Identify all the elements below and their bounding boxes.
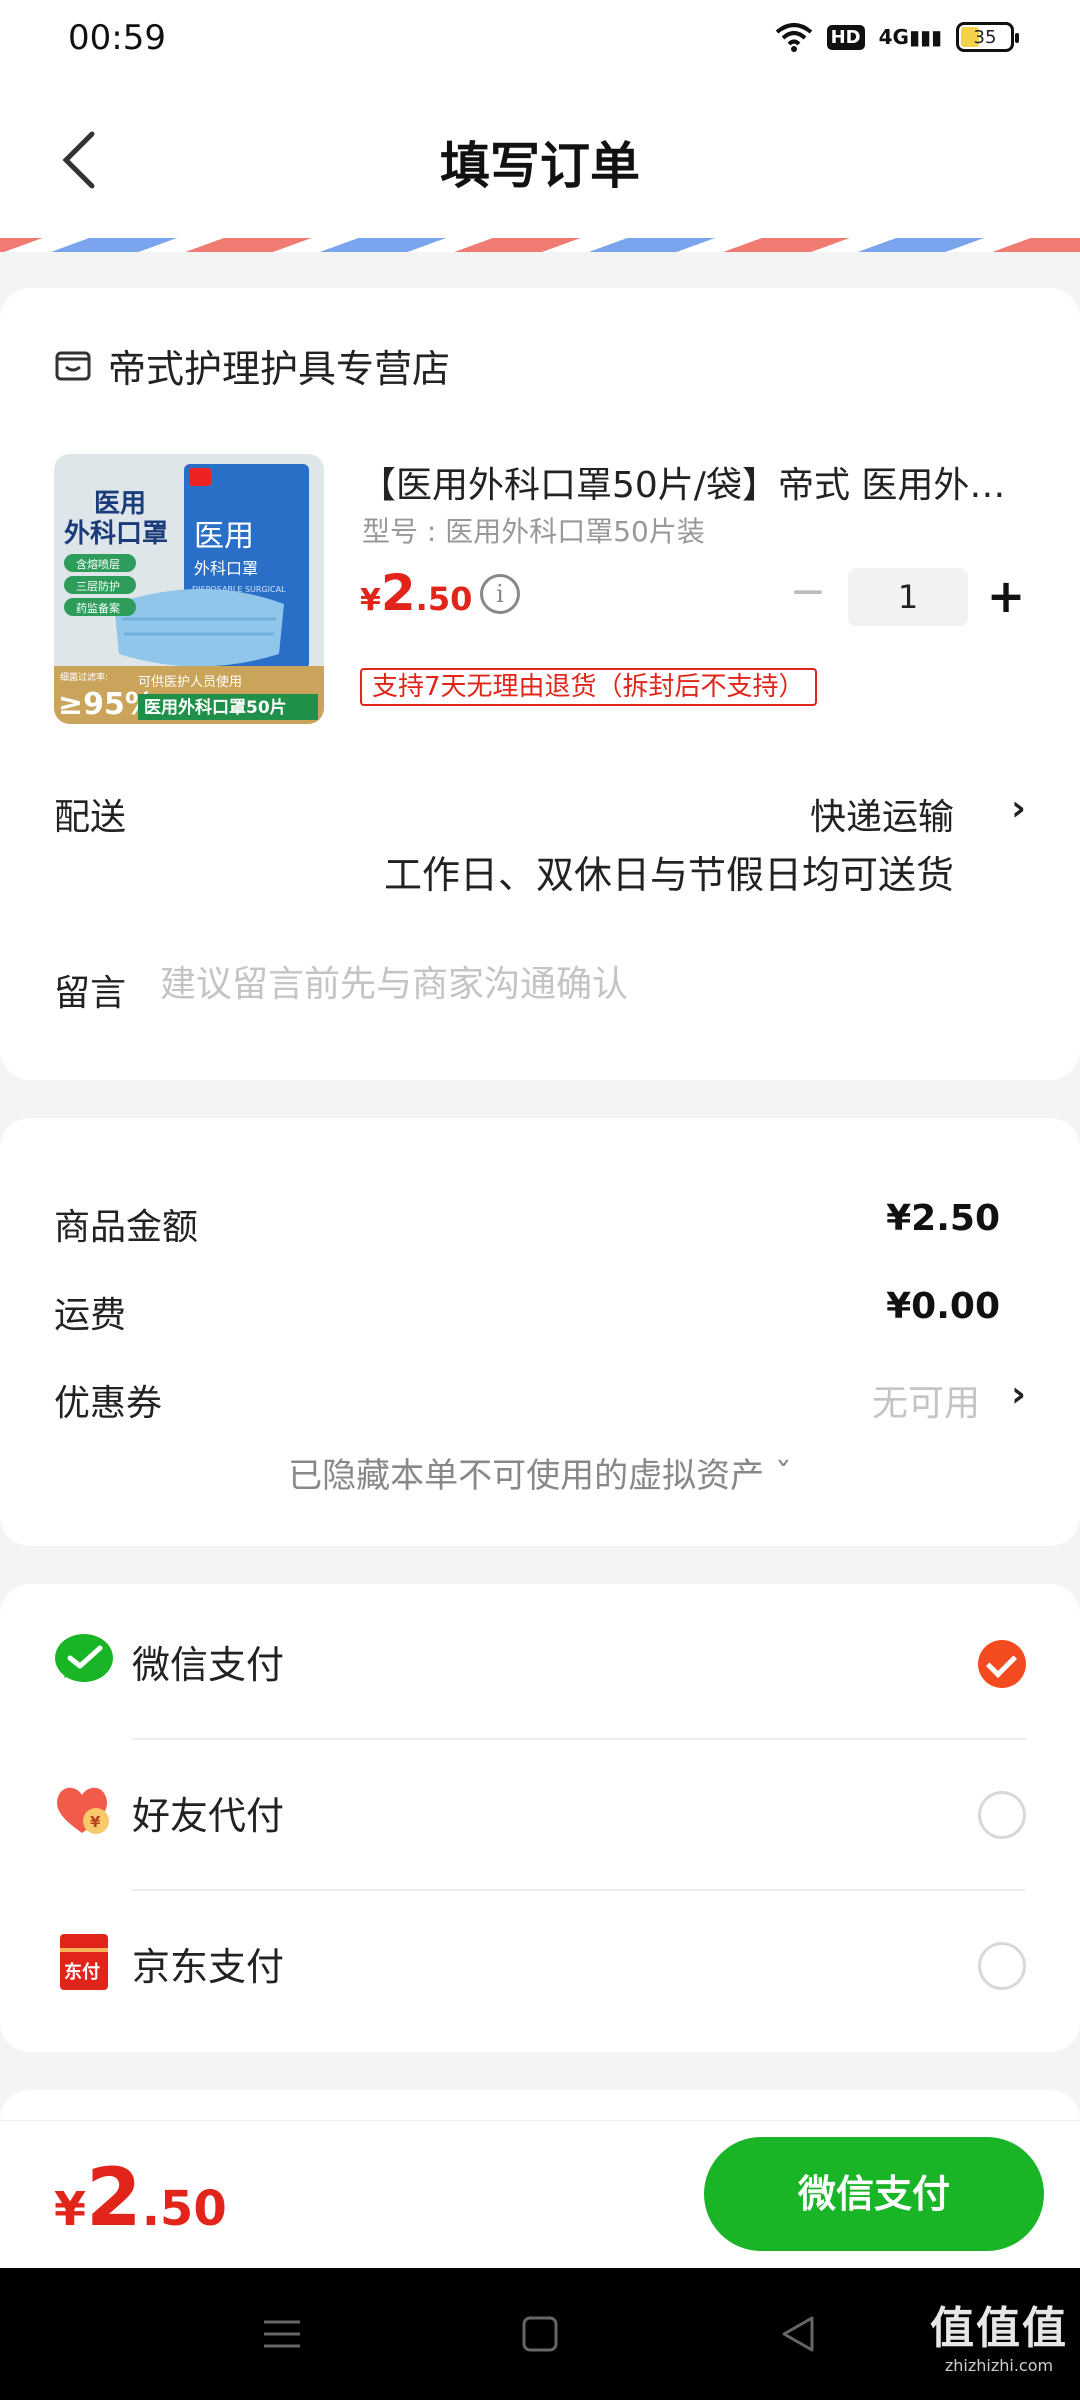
shop-header[interactable]: 帝式护理护具专营店 xyxy=(54,338,450,393)
friend-pay-heart-icon: ¥ xyxy=(54,1783,114,1839)
watermark: 值值值 zhizhizhi.com xyxy=(930,2292,1068,2375)
payment-option-jd[interactable]: 东付 京东支付 xyxy=(0,1886,1080,2036)
svg-text:¥: ¥ xyxy=(90,1813,101,1831)
hd-badge: HD xyxy=(826,24,865,50)
checkout-bar: ¥2.50 微信支付 xyxy=(0,2120,1080,2268)
info-icon[interactable]: i xyxy=(480,574,520,614)
watermark-url: zhizhizhi.com xyxy=(944,2356,1054,2375)
signal-icon: 4G▮▮▮ xyxy=(878,25,942,49)
hidden-assets-toggle[interactable]: 已隐藏本单不可使用的虚拟资产 ˇ xyxy=(0,1448,1080,1497)
payment-label: 京东支付 xyxy=(132,1945,285,1989)
system-navigation-bar: 值值值 zhizhizhi.com xyxy=(0,2268,1080,2400)
wechat-pay-button[interactable]: 微信支付 xyxy=(704,2137,1044,2251)
goods-amount-value: ¥2.50 xyxy=(886,1198,1000,1239)
bullet1: 含熔喷层 xyxy=(76,557,120,571)
payment-label: 好友代付 xyxy=(132,1794,285,1838)
price-decimal: .50 xyxy=(415,580,473,618)
coupon-value: 无可用 xyxy=(871,1383,980,1424)
payment-option-wechat[interactable]: 微信支付 xyxy=(0,1584,1080,1734)
status-bar: 00:59 HD 4G▮▮▮ 35 xyxy=(0,0,1080,80)
freight-label: 运费 xyxy=(54,1295,127,1336)
total-decimal: .50 xyxy=(141,2181,227,2237)
price-currency: ¥ xyxy=(360,583,381,618)
label-line2: 外科口罩 xyxy=(64,519,168,549)
status-icons: HD 4G▮▮▮ 35 xyxy=(775,22,1019,52)
label-line1: 医用 xyxy=(94,489,146,519)
wifi-icon xyxy=(775,23,812,52)
medical-staff: 可供医护人员使用 xyxy=(138,674,242,690)
product-image[interactable]: 医用 外科口罩 DISPOSABLE SURGICAL 医用 外科口罩 含熔喷层… xyxy=(54,454,324,724)
jd-pay-icon-text: 东付 xyxy=(64,1961,100,1983)
battery-icon: 35 xyxy=(956,22,1019,52)
bullet2: 三层防护 xyxy=(76,579,120,593)
shop-name: 帝式护理护具专营店 xyxy=(108,347,451,391)
product-spec: 型号 : 医用外科口罩50片装 xyxy=(362,515,705,548)
quantity-increase-button[interactable]: + xyxy=(984,568,1028,624)
total-currency: ¥ xyxy=(54,2182,87,2236)
box-title: 医用 xyxy=(194,519,254,554)
goods-amount-label: 商品金额 xyxy=(54,1207,199,1248)
price-integer: 2 xyxy=(380,564,416,622)
box-subtitle: 外科口罩 xyxy=(194,559,258,578)
bottom-banner: 医用外科口罩50片 xyxy=(144,697,287,718)
airmail-divider xyxy=(0,238,1080,252)
battery-level: 35 xyxy=(973,26,997,48)
menu-icon[interactable] xyxy=(256,2308,308,2360)
payment-radio[interactable] xyxy=(978,1942,1026,1990)
shipping-method[interactable]: 快递运输 xyxy=(810,788,954,840)
goods-amount-row: 商品金额 ¥2.50 xyxy=(54,1198,1026,1248)
nav-bar: 填写订单 xyxy=(0,80,1080,240)
home-icon[interactable] xyxy=(514,2308,566,2360)
page-title: 填写订单 xyxy=(440,137,640,195)
return-policy-tag: 支持7天无理由退货（拆封后不支持） xyxy=(360,668,817,706)
note-input[interactable] xyxy=(160,960,1020,1008)
quantity-decrease-button[interactable]: − xyxy=(786,570,830,614)
payment-radio-selected[interactable] xyxy=(978,1640,1026,1688)
shop-icon xyxy=(54,345,92,387)
note-label: 留言 xyxy=(54,973,127,1014)
back-triangle-icon[interactable] xyxy=(772,2308,824,2360)
watermark-logo: 值值值 xyxy=(930,2303,1068,2354)
network-type: 4G xyxy=(878,25,909,49)
product-price: ¥2.50 xyxy=(360,564,472,622)
coupon-row[interactable]: 优惠券 无可用 › xyxy=(54,1374,1026,1424)
status-time: 00:59 xyxy=(68,18,166,58)
shipping-label: 配送 xyxy=(54,797,127,838)
chevron-right-icon[interactable]: › xyxy=(1011,788,1026,829)
payment-methods-card: 微信支付 ¥ 好友代付 东付 京东支付 xyxy=(0,1584,1080,2052)
jd-pay-icon: 东付 xyxy=(54,1934,114,1990)
payment-option-friend[interactable]: ¥ 好友代付 xyxy=(0,1735,1080,1885)
amount-card: 商品金额 ¥2.50 运费 ¥0.00 优惠券 无可用 › 已隐藏本单不可使用的… xyxy=(0,1118,1080,1546)
freight-value: ¥0.00 xyxy=(886,1286,1000,1327)
bullet3: 药监备案 xyxy=(76,601,120,615)
wechat-pay-icon xyxy=(54,1632,114,1688)
freight-row: 运费 ¥0.00 xyxy=(54,1286,1026,1336)
quantity-input[interactable]: 1 xyxy=(848,568,968,626)
product-title[interactable]: 【医用外科口罩50片/袋】帝式 医用外科口罩 xyxy=(360,456,1010,508)
coupon-label: 优惠券 xyxy=(54,1383,163,1424)
total-price: ¥2.50 xyxy=(54,2151,227,2244)
filter-caption: 细菌过滤率: xyxy=(60,671,108,683)
order-card: 帝式护理护具专营店 医用 外科口罩 DISPOSABLE SURGICAL 医用… xyxy=(0,288,1080,1080)
payment-label: 微信支付 xyxy=(132,1643,285,1687)
shipping-description: 工作日、双休日与节假日均可送货 xyxy=(383,853,954,897)
total-integer: 2 xyxy=(86,2151,142,2244)
chevron-right-icon: › xyxy=(1011,1374,1026,1415)
payment-radio[interactable] xyxy=(978,1791,1026,1839)
